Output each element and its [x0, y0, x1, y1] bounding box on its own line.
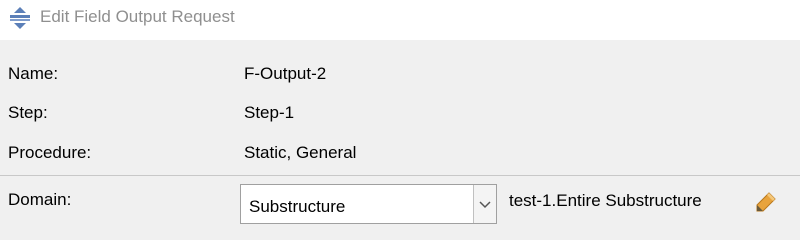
domain-select-value: Substructure — [249, 197, 346, 216]
pencil-icon[interactable] — [754, 190, 778, 214]
title-bar: Edit Field Output Request — [0, 0, 800, 40]
name-row: Name: F-Output-2 — [0, 60, 800, 90]
procedure-label: Procedure: — [8, 143, 92, 162]
step-row: Step: Step-1 — [0, 99, 800, 129]
domain-label: Domain: — [8, 190, 72, 209]
domain-value: test-1.Entire Substructure — [509, 191, 702, 210]
domain-dropdown-button[interactable] — [473, 185, 496, 223]
separator — [0, 175, 800, 176]
step-label: Step: — [8, 103, 48, 122]
procedure-value: Static, General — [244, 143, 357, 162]
step-value: Step-1 — [244, 103, 295, 122]
window-title: Edit Field Output Request — [40, 7, 235, 26]
procedure-row: Procedure: Static, General — [0, 139, 800, 169]
chevron-down-icon — [479, 201, 491, 209]
name-value: F-Output-2 — [244, 64, 327, 83]
name-label: Name: — [8, 64, 59, 83]
domain-select[interactable]: Substructure — [240, 184, 497, 224]
output-request-icon — [10, 7, 30, 29]
